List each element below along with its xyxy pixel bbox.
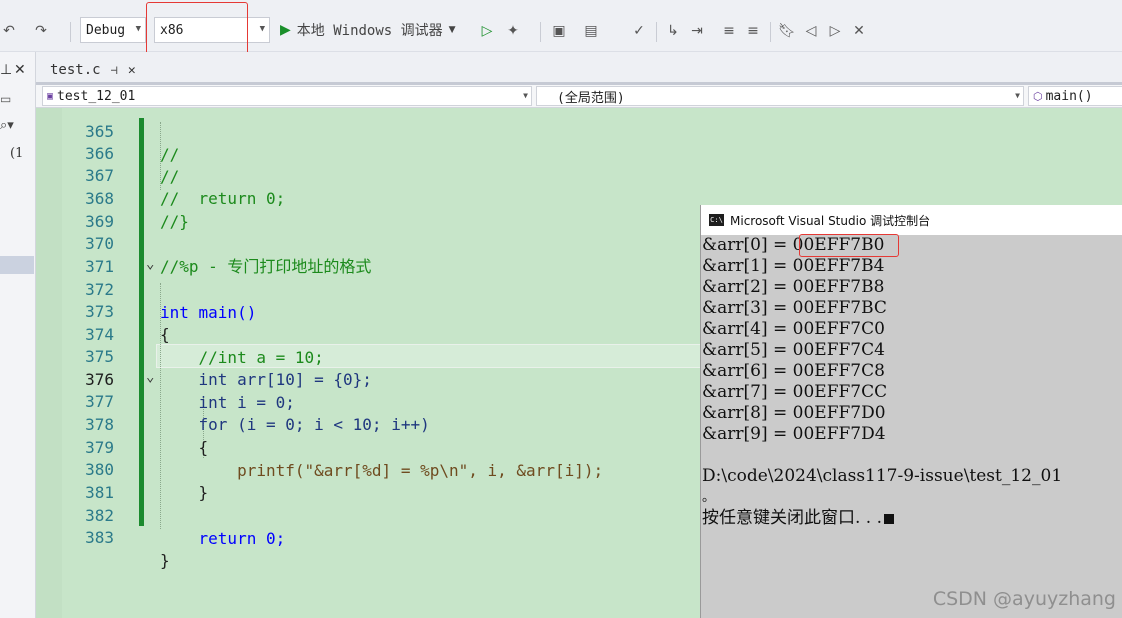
start-debugging-button[interactable]: ▶ 本地 Windows 调试器 ▼: [280, 18, 456, 42]
step-into-icon[interactable]: ↳: [664, 22, 682, 40]
debug-console-window[interactable]: C:\ Microsoft Visual Studio 调试控制台 &arr[0…: [700, 205, 1122, 618]
folder-search-icon[interactable]: ▣: [550, 22, 568, 40]
hot-reload-icon[interactable]: ✦: [504, 22, 522, 40]
pin-icon[interactable]: ⊣: [111, 63, 118, 77]
next-bookmark-icon[interactable]: ▷: [826, 22, 844, 40]
bookmark-icon[interactable]: 🔖︎: [778, 22, 796, 40]
console-title-bar[interactable]: C:\ Microsoft Visual Studio 调试控制台: [701, 205, 1122, 235]
search-icon[interactable]: ⌕▾: [0, 118, 14, 133]
close-icon[interactable]: ✕: [128, 63, 136, 78]
window-layout-icon[interactable]: ▤: [582, 22, 600, 40]
outdent-icon[interactable]: ≡: [744, 22, 762, 40]
indent-icon[interactable]: ≡: [720, 22, 738, 40]
console-line: &arr[5] = 00EFF7C4: [702, 340, 885, 360]
start-without-debugging-icon[interactable]: ▷: [478, 22, 496, 40]
code-line: 368 //}: [36, 164, 1122, 231]
pin-icon[interactable]: ⊥: [0, 62, 12, 78]
chevron-down-icon: ▼: [135, 24, 141, 34]
toolbar-separator: [656, 22, 657, 42]
redo-icon[interactable]: ↷: [32, 22, 50, 40]
code-line: 365 //: [36, 97, 1122, 164]
clear-bookmarks-icon[interactable]: ✕: [850, 22, 868, 40]
tab-test-c[interactable]: test.c ⊣ ✕: [44, 58, 142, 82]
chevron-down-icon: ▼: [448, 25, 456, 35]
console-line: &arr[2] = 00EFF7B8: [702, 277, 885, 297]
solution-config-select[interactable]: Debug ▼: [80, 17, 146, 43]
tree-icon: ▭: [0, 92, 12, 106]
console-app-icon: C:\: [709, 214, 724, 226]
console-line: &arr[4] = 00EFF7C0: [702, 319, 885, 339]
toolbar-separator: [540, 22, 541, 42]
toolbar: ↶ ↷ Debug ▼ x86 ▼ ▶ 本地 Windows 调试器 ▼ ▷ ✦…: [0, 2, 1122, 66]
step-over-icon[interactable]: ⇥: [688, 22, 706, 40]
undo-icon[interactable]: ↶: [0, 22, 18, 40]
toolbar-separator: [70, 22, 71, 42]
play-icon: ▶: [280, 22, 291, 38]
console-line: &arr[1] = 00EFF7B4: [702, 256, 885, 276]
console-line: &arr[3] = 00EFF7BC: [702, 298, 887, 318]
console-line: 按任意键关闭此窗口. . .: [702, 508, 895, 529]
console-output: &arr[0] = 00EFF7B0 &arr[1] = 00EFF7B4 &a…: [701, 235, 1122, 618]
side-panel-text: (1: [10, 146, 24, 161]
console-cursor: [884, 514, 895, 524]
toolbar-separator: [770, 22, 771, 42]
console-line: &arr[7] = 00EFF7CC: [702, 382, 888, 402]
document-tab-bar: test.c ⊣ ✕: [36, 52, 1122, 84]
address-highlight-box: [799, 234, 899, 257]
line-number: 383: [85, 528, 114, 547]
code-line: 367 // return 0;: [36, 141, 1122, 208]
solution-config-value: Debug: [86, 22, 126, 38]
console-line: 。: [702, 490, 716, 505]
code-line: 366 //: [36, 119, 1122, 186]
console-line-text: 按任意键关闭此窗口. . .: [702, 508, 883, 528]
close-icon[interactable]: ✕: [14, 62, 26, 78]
spellcheck-icon[interactable]: ✓: [630, 22, 648, 40]
console-title: Microsoft Visual Studio 调试控制台: [730, 213, 931, 228]
code-text: }: [160, 551, 170, 570]
console-line: D:\code\2024\class117-9-issue\test_12_01: [702, 466, 1063, 486]
code-text: return 0;: [160, 529, 286, 548]
side-panel: ⊥ ✕ ▭ ⌕▾ (1: [0, 52, 36, 618]
console-line: &arr[9] = 00EFF7D4: [702, 424, 886, 444]
watermark: CSDN @ayuyzhang: [932, 588, 1116, 610]
prev-bookmark-icon[interactable]: ◁: [802, 22, 820, 40]
console-line: &arr[6] = 00EFF7C8: [702, 361, 885, 381]
chevron-down-icon: ▼: [259, 24, 265, 34]
side-panel-selection: [0, 256, 34, 274]
tab-label: test.c: [50, 62, 101, 78]
console-line: &arr[8] = 00EFF7D0: [702, 403, 886, 423]
start-debugging-label: 本地 Windows 调试器: [296, 23, 443, 39]
